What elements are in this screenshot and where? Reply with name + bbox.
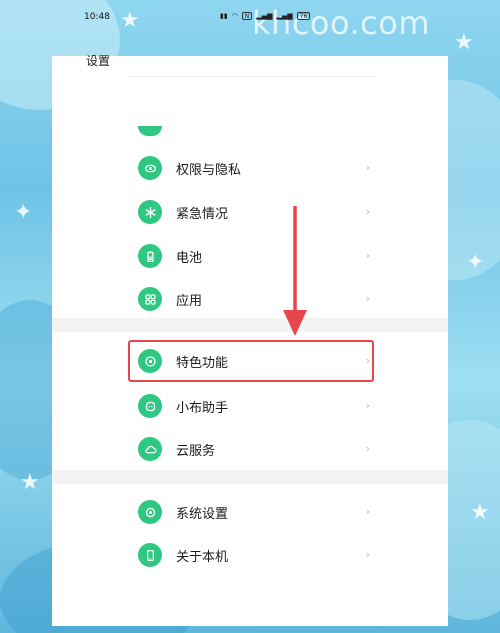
star-icon: ★ (470, 500, 490, 525)
header-divider (128, 76, 376, 77)
menu-item-label: 小布助手 (176, 400, 229, 416)
star-icon: ✦ (14, 200, 33, 225)
chevron-right-icon: › (365, 505, 370, 518)
chevron-right-icon: › (365, 399, 370, 412)
battery-icon (138, 244, 162, 268)
menu-item-label: 电池 (176, 250, 203, 266)
chevron-right-icon: › (365, 205, 370, 218)
chevron-right-icon: › (365, 161, 370, 174)
nfc-icon: N (241, 12, 253, 20)
menu-item-battery[interactable]: 电池 › (128, 236, 380, 276)
section-separator (52, 318, 448, 332)
asterisk-icon (138, 200, 162, 224)
star-icon: ✦ (466, 250, 485, 275)
watermark-text: khcoo.com (252, 4, 431, 42)
menu-item-apps[interactable]: 应用 › (128, 279, 380, 319)
star-icon: ★ (454, 30, 474, 55)
cloud-icon (138, 437, 162, 461)
wifi-icon: ◠ (231, 12, 238, 20)
menu-item-label: 关于本机 (176, 549, 229, 565)
shield-eye-icon (138, 156, 162, 180)
page-title: 设置 (86, 54, 111, 68)
chevron-right-icon: › (365, 249, 370, 262)
menu-item-assistant[interactable]: 小布助手 › (128, 386, 380, 426)
system-settings-icon (138, 500, 162, 524)
menu-item-label: 紧急情况 (176, 206, 229, 222)
chevron-right-icon: › (365, 442, 370, 455)
cellular-icon: ▂▄▆ (276, 12, 293, 20)
chevron-right-icon: › (365, 292, 370, 305)
chevron-right-icon: › (365, 548, 370, 561)
highlight-box (128, 340, 374, 382)
menu-item-label: 云服务 (176, 443, 216, 459)
phone-icon (138, 543, 162, 567)
menu-item-label: 系统设置 (176, 506, 229, 522)
menu-item-system-settings[interactable]: 系统设置 › (128, 492, 380, 532)
assistant-icon (138, 394, 162, 418)
arrow-down-icon (283, 206, 307, 336)
battery-status-icon: 76 (296, 12, 311, 20)
status-time: 10:48 (84, 12, 110, 22)
star-icon: ★ (20, 470, 40, 495)
menu-item-label: 权限与隐私 (176, 162, 242, 178)
cellular-icon: ▂▄▆ (256, 12, 273, 20)
section-separator (52, 470, 448, 484)
menu-item-about-phone[interactable]: 关于本机 › (128, 535, 380, 575)
status-icons: ▮▮ ◠ N ▂▄▆ ▂▄▆ 76 (220, 12, 311, 20)
signal-icon: ▮▮ (220, 12, 228, 20)
menu-item-privacy[interactable]: 权限与隐私 › (128, 148, 380, 188)
apps-grid-icon (138, 287, 162, 311)
menu-item-emergency[interactable]: 紧急情况 › (128, 192, 380, 232)
menu-item-cloud[interactable]: 云服务 › (128, 429, 380, 469)
star-icon: ★ (120, 8, 140, 33)
menu-item-label: 应用 (176, 293, 203, 309)
